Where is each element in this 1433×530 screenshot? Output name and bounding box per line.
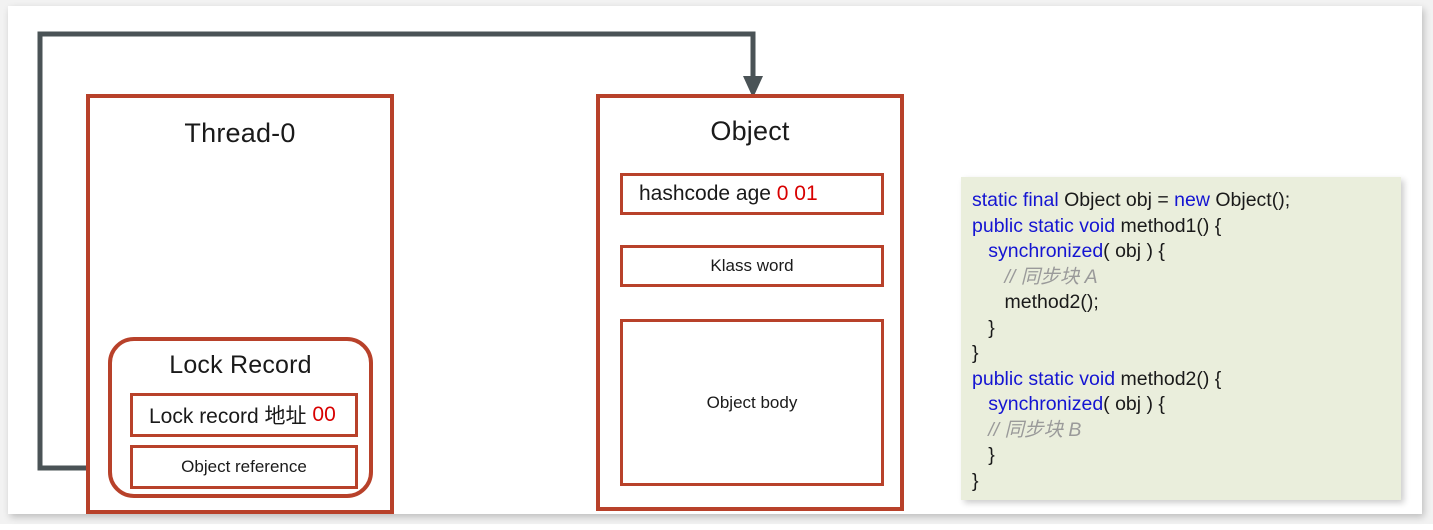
code-line: // 同步块 A xyxy=(972,265,1401,291)
object-reference-label: Object reference xyxy=(181,457,307,476)
code-token: ( obj ) { xyxy=(1103,393,1165,415)
object-title: Object xyxy=(710,116,790,146)
code-token: synchronized xyxy=(988,393,1104,415)
code-token: } xyxy=(972,469,979,492)
code-token: synchronized xyxy=(988,240,1104,262)
code-token: public static void xyxy=(972,214,1121,237)
code-token: } xyxy=(972,444,995,466)
code-token: Object(); xyxy=(1215,189,1291,211)
lock-record-box: Lock Record Lock record 地址 00 Object ref… xyxy=(108,337,373,498)
diagram-canvas: Thread-0 Lock Record Lock record 地址 00 O… xyxy=(0,0,1433,524)
diagram-card: Thread-0 Lock Record Lock record 地址 00 O… xyxy=(8,6,1422,514)
klass-word-label: Klass word xyxy=(710,256,794,275)
code-token: new xyxy=(1174,189,1216,211)
code-token: method1() { xyxy=(1120,214,1222,237)
lock-record-address-label: Lock record 地址 xyxy=(149,405,307,428)
code-token: ( obj ) { xyxy=(1103,240,1165,262)
code-line: } xyxy=(972,443,1401,469)
object-body-cell: Object body xyxy=(620,319,884,486)
code-token: method2() { xyxy=(1120,367,1222,390)
code-line: method2(); xyxy=(972,290,1401,316)
thread-title: Thread-0 xyxy=(184,118,296,148)
code-token: } xyxy=(972,342,979,364)
object-body-label: Object body xyxy=(706,392,798,412)
code-line: synchronized( obj ) { xyxy=(972,239,1401,265)
code-token: } xyxy=(972,316,995,339)
code-line: synchronized( obj ) { xyxy=(972,392,1401,418)
mark-word-bits: 0 01 xyxy=(776,182,818,205)
code-line: } xyxy=(972,316,1401,342)
object-reference-cell: Object reference xyxy=(130,445,358,489)
code-line: public static void method2() { xyxy=(972,367,1401,393)
code-line: // 同步块 B xyxy=(972,418,1401,444)
code-token: // 同步块 B xyxy=(972,418,1082,441)
code-line: public static void method1() { xyxy=(972,214,1401,240)
code-token: // 同步块 A xyxy=(972,265,1098,288)
lock-record-address-cell: Lock record 地址 00 xyxy=(130,393,358,437)
mark-word-cell: hashcode age 0 01 xyxy=(620,173,884,215)
object-box: Object hashcode age 0 01 Klass word Obje… xyxy=(596,94,904,511)
code-line: static final Object obj = new Object(); xyxy=(972,188,1401,214)
mark-word-label: hashcode age xyxy=(639,182,771,205)
code-snippet-panel: static final Object obj = new Object(); p… xyxy=(961,177,1401,500)
klass-word-cell: Klass word xyxy=(620,245,884,287)
lock-record-title: Lock Record xyxy=(169,351,312,379)
lock-record-address-bits: 00 xyxy=(312,403,336,426)
code-line: } xyxy=(972,469,1401,495)
code-token: public static void xyxy=(972,367,1121,390)
code-line: } xyxy=(972,341,1401,367)
code-token: method2(); xyxy=(972,291,1099,313)
code-token: Object obj = xyxy=(1064,189,1175,211)
code-token: static final xyxy=(972,189,1065,211)
